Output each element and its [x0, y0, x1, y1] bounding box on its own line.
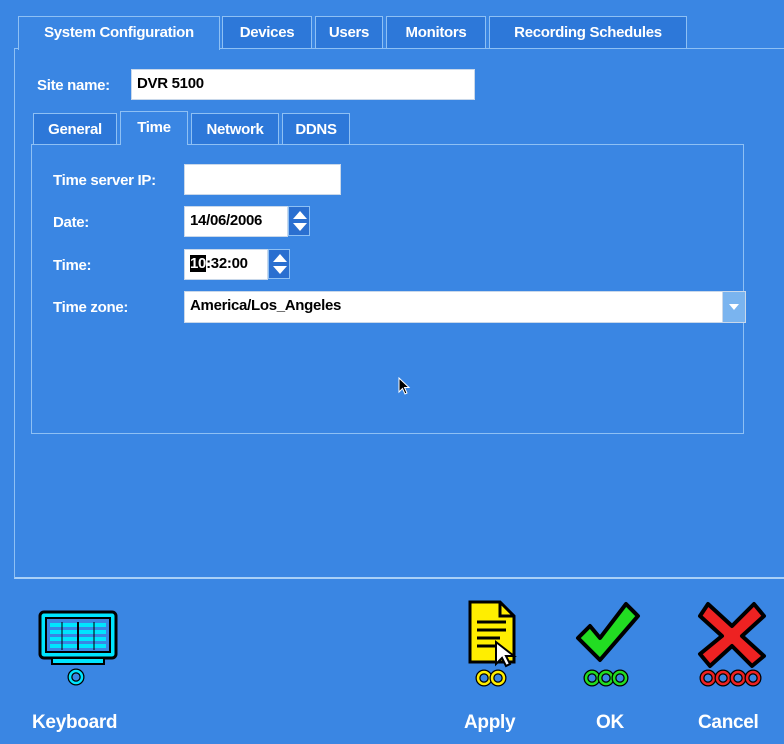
tab-users[interactable]: Users — [315, 16, 383, 48]
subtab-general[interactable]: General — [33, 113, 117, 145]
site-name-label: Site name: — [37, 77, 110, 94]
subtab-network[interactable]: Network — [191, 113, 279, 145]
date-spinner[interactable] — [288, 206, 310, 236]
tab-system-configuration[interactable]: System Configuration — [18, 16, 220, 50]
time-rest: :32:00 — [206, 255, 248, 272]
document-apply-icon[interactable] — [460, 598, 524, 690]
time-hour-selection: 10 — [190, 255, 207, 272]
time-server-ip-label: Time server IP: — [53, 172, 156, 189]
time-server-ip-input[interactable] — [184, 164, 341, 195]
spin-up-icon[interactable] — [273, 254, 287, 262]
checkmark-icon[interactable] — [572, 598, 642, 690]
x-cancel-icon[interactable] — [694, 598, 770, 690]
ok-button-label[interactable]: OK — [596, 712, 624, 734]
mouse-pointer-icon — [398, 377, 411, 395]
tab-devices[interactable]: Devices — [222, 16, 312, 48]
time-zone-dropdown-button[interactable] — [722, 291, 746, 323]
keyboard-icon[interactable] — [36, 610, 120, 690]
time-zone-label: Time zone: — [53, 299, 129, 316]
cancel-button-label[interactable]: Cancel — [698, 712, 759, 734]
subtab-time[interactable]: Time — [120, 111, 188, 145]
subtab-ddns[interactable]: DDNS — [282, 113, 350, 145]
time-input[interactable]: 10:32:00 — [184, 249, 268, 280]
tab-monitors[interactable]: Monitors — [386, 16, 486, 48]
spin-down-icon[interactable] — [293, 223, 307, 231]
spin-up-icon[interactable] — [293, 211, 307, 219]
time-spinner[interactable] — [268, 249, 290, 279]
site-name-input[interactable]: DVR 5100 — [131, 69, 475, 100]
apply-button-label[interactable]: Apply — [464, 712, 516, 734]
date-label: Date: — [53, 214, 90, 231]
time-zone-select[interactable]: America/Los_Angeles — [184, 291, 723, 323]
keyboard-button-label[interactable]: Keyboard — [32, 712, 118, 734]
time-label: Time: — [53, 257, 92, 274]
chevron-down-icon — [729, 304, 739, 310]
tab-recording-schedules[interactable]: Recording Schedules — [489, 16, 687, 48]
date-input[interactable]: 14/06/2006 — [184, 206, 288, 237]
spin-down-icon[interactable] — [273, 266, 287, 274]
